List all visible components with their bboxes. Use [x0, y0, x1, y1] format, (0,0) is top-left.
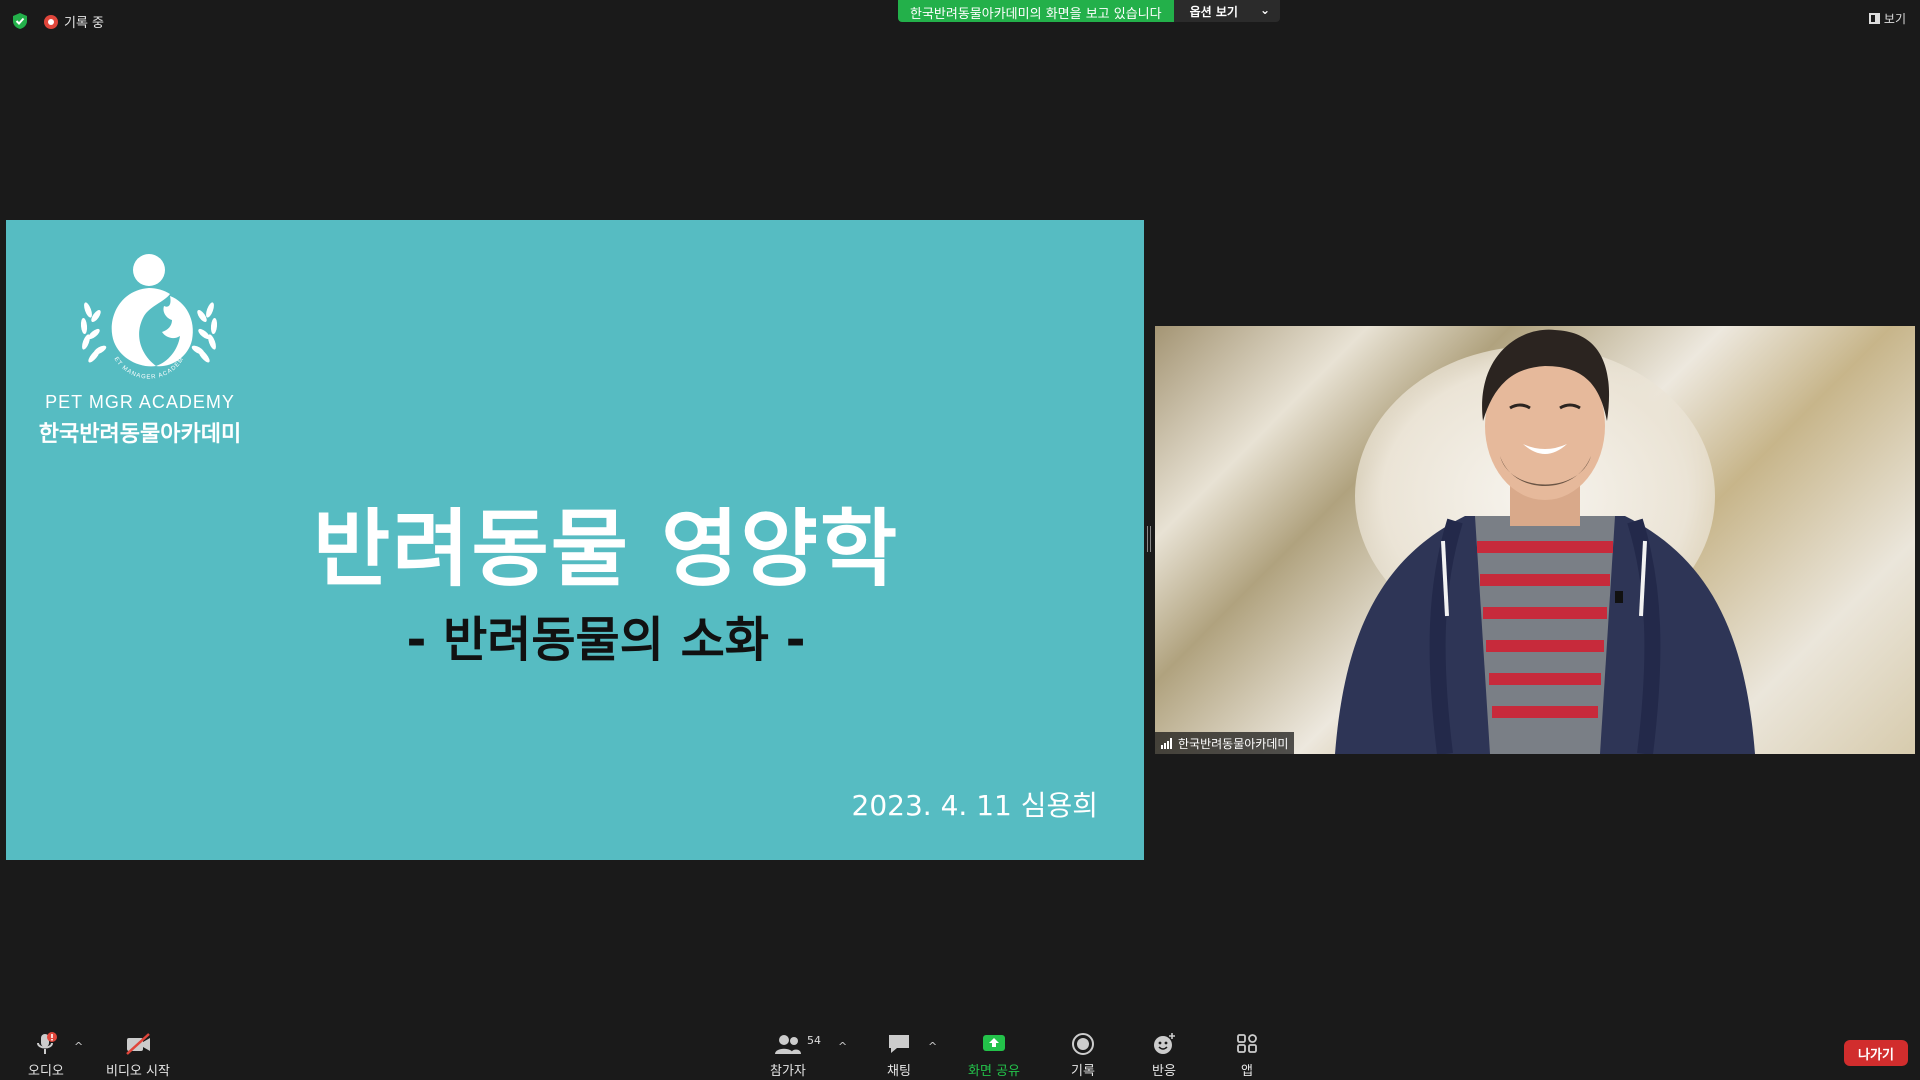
record-dot-icon [44, 14, 58, 29]
share-banner-text: 한국반려동물아카데미의 화면을 보고 있습니다 [898, 0, 1174, 22]
shared-screen-slide: PET MANAGER ACADEMY PET MGR ACADEMY 한국반려… [6, 220, 1144, 860]
audio-label: 오디오 [28, 1064, 64, 1079]
view-options-button[interactable]: 옵션 보기 ⌄ [1173, 0, 1281, 22]
emoji-icon [1154, 1033, 1175, 1054]
audio-options-caret[interactable]: ^ [74, 1040, 83, 1053]
audio-button[interactable]: 오디오 [28, 1032, 64, 1079]
chat-label: 채팅 [887, 1064, 911, 1079]
share-screen-button[interactable]: 화면 공유 [968, 1032, 1020, 1079]
view-options-label: 옵션 보기 [1189, 5, 1238, 19]
apps-button[interactable]: 앱 [1234, 1032, 1260, 1079]
logo-korean-name: 한국반려동물아카데미 [38, 422, 242, 447]
slide-subtitle: - 반려동물의 소화 - [406, 612, 806, 668]
recording-label: 기록 중 [64, 16, 105, 31]
layout-icon [1868, 13, 1880, 24]
chat-button[interactable]: 채팅 [886, 1032, 912, 1079]
leave-button[interactable]: 나가기 [1844, 1040, 1908, 1066]
record-label: 기록 [1071, 1064, 1095, 1079]
participant-name-label: 한국반려동물아카데미 [1155, 732, 1295, 754]
share-screen-icon [982, 1035, 1005, 1051]
logo-english-name: PET MGR ACADEMY [45, 392, 235, 412]
reactions-label: 반응 [1152, 1064, 1176, 1079]
participants-label: 참가자 [770, 1064, 806, 1079]
view-button[interactable]: 보기 [1868, 10, 1906, 27]
record-button[interactable]: 기록 [1070, 1032, 1096, 1079]
chat-icon [889, 1035, 909, 1053]
participant-name: 한국반려동물아카데미 [1178, 736, 1289, 751]
chevron-down-icon: ⌄ [1259, 3, 1271, 17]
reactions-button[interactable]: 반응 [1151, 1032, 1177, 1079]
slide-title: 반려동물 영양학 [312, 500, 900, 598]
share-screen-label: 화면 공유 [968, 1064, 1020, 1079]
signal-strength-icon [1161, 737, 1172, 749]
record-icon [1072, 1033, 1094, 1055]
shield-icon[interactable] [12, 12, 28, 30]
screen-share-banner: 한국반려동물아카데미의 화면을 보고 있습니다 옵션 보기 ⌄ [898, 0, 1281, 22]
participants-button[interactable]: 참가자 [770, 1032, 806, 1079]
view-label: 보기 [1883, 12, 1906, 26]
participant-video-feed [1335, 329, 1755, 754]
start-video-button[interactable]: 비디오 시작 [106, 1032, 170, 1079]
microphone-icon [36, 1032, 57, 1054]
pet-academy-logo: PET MANAGER ACADEMY [74, 250, 218, 381]
apps-label: 앱 [1241, 1064, 1253, 1079]
participants-icon [774, 1035, 801, 1054]
video-off-icon [126, 1033, 150, 1055]
participants-count: 54 [807, 1034, 821, 1047]
split-view-handle[interactable] [1147, 526, 1151, 552]
recording-indicator[interactable]: 기록 중 [44, 12, 104, 31]
participant-video-tile[interactable]: 한국반려동물아카데미 [1155, 326, 1915, 754]
zoom-meeting-window: 기록 중 한국반려동물아카데미의 화면을 보고 있습니다 옵션 보기 ⌄ 보기 [0, 0, 1920, 1080]
start-video-label: 비디오 시작 [106, 1064, 170, 1079]
slide-date-author: 2023. 4. 11 심용희 [851, 789, 1098, 822]
participants-options-caret[interactable]: ^ [838, 1040, 847, 1053]
apps-icon [1237, 1034, 1257, 1053]
chat-options-caret[interactable]: ^ [928, 1040, 937, 1053]
